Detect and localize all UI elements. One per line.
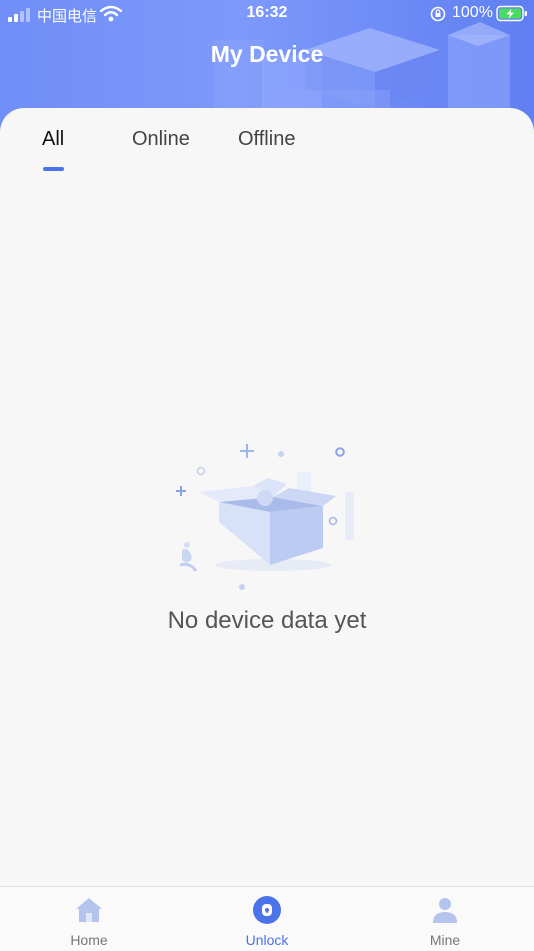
nav-mine[interactable]: Mine	[356, 887, 534, 951]
unlock-icon	[253, 896, 281, 924]
bottom-navigation-bar: Home Unlock Mine	[0, 886, 534, 951]
page-title: My Device	[210, 41, 324, 67]
battery-percentage: 100%	[452, 4, 493, 21]
home-icon	[76, 898, 102, 922]
nav-home[interactable]: Home	[0, 887, 178, 951]
nav-unlock[interactable]: Unlock	[178, 887, 356, 951]
tab-selected-indicator	[43, 167, 64, 171]
nav-mine-label: Mine	[429, 932, 461, 948]
rotation-lock-icon	[430, 6, 446, 22]
tab-online[interactable]: Online	[132, 128, 190, 151]
empty-state-message: No device data yet	[167, 607, 367, 634]
empty-box-illustration	[176, 444, 354, 590]
nav-home-label: Home	[70, 932, 108, 948]
nav-unlock-label: Unlock	[245, 932, 289, 948]
user-icon	[433, 898, 457, 923]
tab-offline[interactable]: Offline	[238, 128, 295, 151]
tab-all[interactable]: All	[42, 128, 64, 151]
battery-charging-icon	[496, 5, 527, 22]
status-bar: 中国电信 16:32 100%	[0, 0, 534, 28]
